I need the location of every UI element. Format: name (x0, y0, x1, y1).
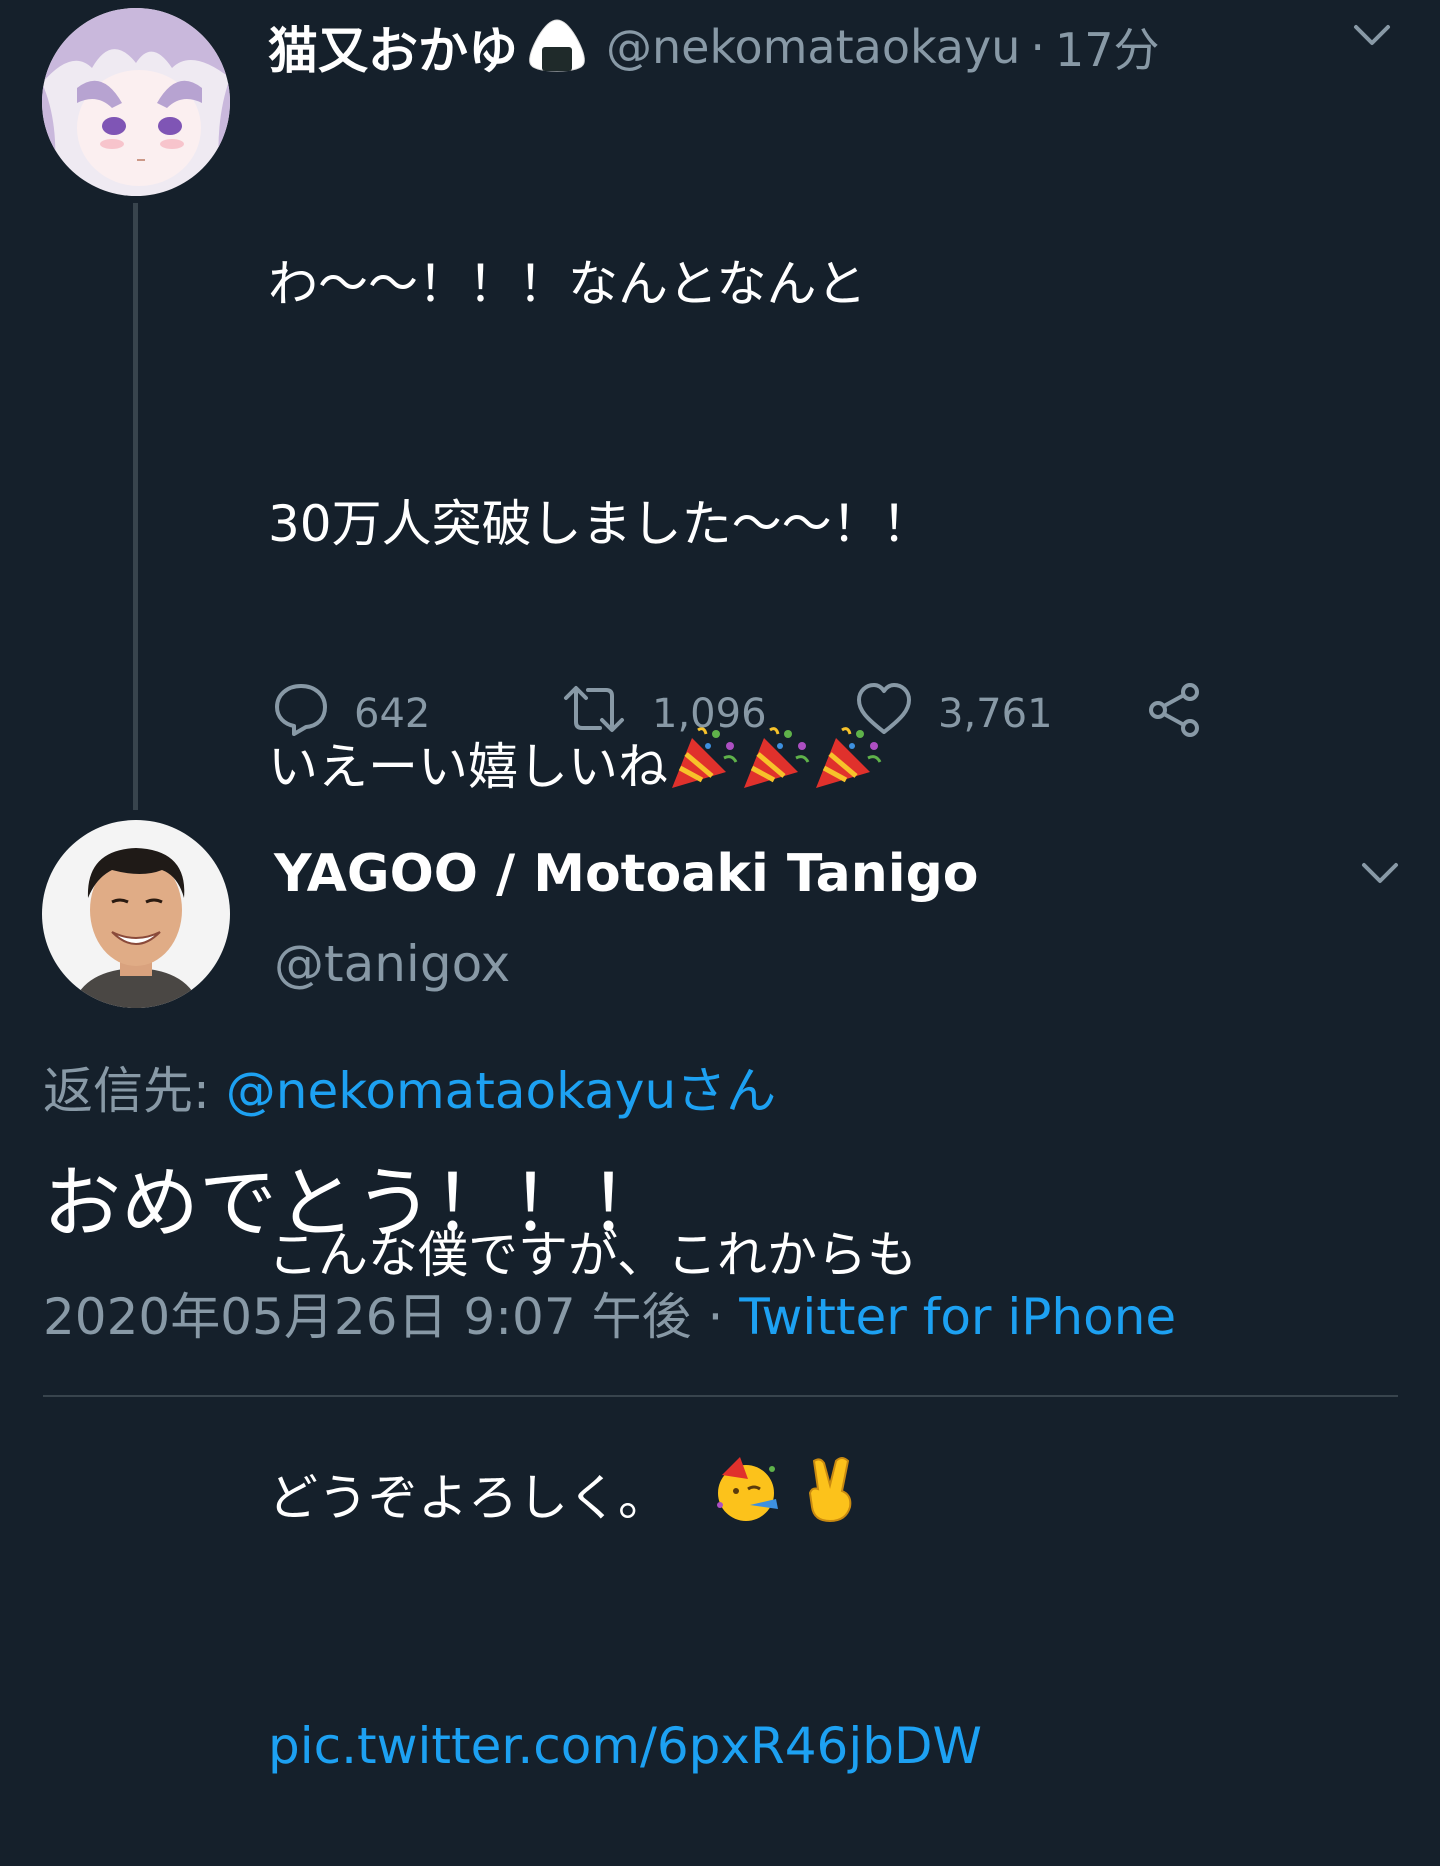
tweet1-line6: どうぞよろしく。 (268, 1469, 668, 1527)
tweet1-line1: わ〜〜！！！なんとなんと (268, 255, 867, 313)
partying-face-icon (712, 1455, 784, 1546)
tweet1-header: 猫又おかゆ @nekomataokayu · 17分 (268, 12, 1160, 82)
reply-to-link[interactable]: @nekomataokayuさん (226, 1062, 776, 1120)
retweet-count: 1,096 (652, 691, 767, 737)
time-separator: · (1030, 20, 1045, 74)
tweet1-line6-wrap: どうぞよろしく。 (268, 1455, 1368, 1546)
retweet-action[interactable]: 1,096 (562, 682, 767, 746)
reply-icon (274, 682, 328, 746)
reply-action[interactable]: 642 (274, 682, 430, 746)
tweet1-media-link[interactable]: pic.twitter.com/6pxR46jbDW (268, 1706, 1368, 1786)
onigiri-icon (526, 17, 588, 77)
tweet2-text: おめでとう！！！ (43, 1159, 668, 1249)
reply-count: 642 (354, 691, 431, 737)
retweet-icon (562, 682, 626, 746)
tweet2-timestamp[interactable]: 2020年05月26日 9:07 午後 (43, 1288, 692, 1346)
tweet1-time[interactable]: 17分 (1055, 14, 1160, 80)
like-count: 3,761 (938, 691, 1053, 737)
yagoo-avatar[interactable] (42, 820, 230, 1008)
reply-to-handle: @nekomataokayu (225, 1062, 677, 1120)
thread-line (133, 203, 138, 810)
tweet2-meta: 2020年05月26日 9:07 午後 · Twitter for iPhone (43, 1282, 1176, 1352)
reply-to-honorific: さん (676, 1062, 777, 1120)
divider (43, 1395, 1398, 1397)
tweet1-line2: 30万人突破しました〜〜！！ (268, 495, 932, 553)
tweet1-line3: いえーい嬉しいね (268, 738, 668, 796)
chevron-down-icon[interactable] (1352, 22, 1392, 52)
victory-hand-icon (802, 1455, 858, 1546)
okayu-display-name[interactable]: 猫又おかゆ (268, 11, 518, 83)
chevron-down-icon[interactable] (1360, 860, 1400, 890)
reply-to-label: 返信先: (43, 1062, 226, 1120)
okayu-avatar[interactable] (42, 8, 230, 196)
yagoo-display-name[interactable]: YAGOO / Motoaki Tanigo (274, 838, 979, 910)
yagoo-handle[interactable]: @tanigox (274, 928, 510, 1000)
like-action[interactable]: 3,761 (856, 682, 1053, 746)
like-icon (856, 682, 912, 746)
okayu-handle[interactable]: @nekomataokayu (606, 20, 1020, 74)
share-icon[interactable] (1146, 682, 1204, 742)
reply-context: 返信先: @nekomataokayuさん (43, 1054, 776, 1128)
meta-separator: · (691, 1288, 740, 1346)
tweet2-source[interactable]: Twitter for iPhone (739, 1288, 1176, 1346)
